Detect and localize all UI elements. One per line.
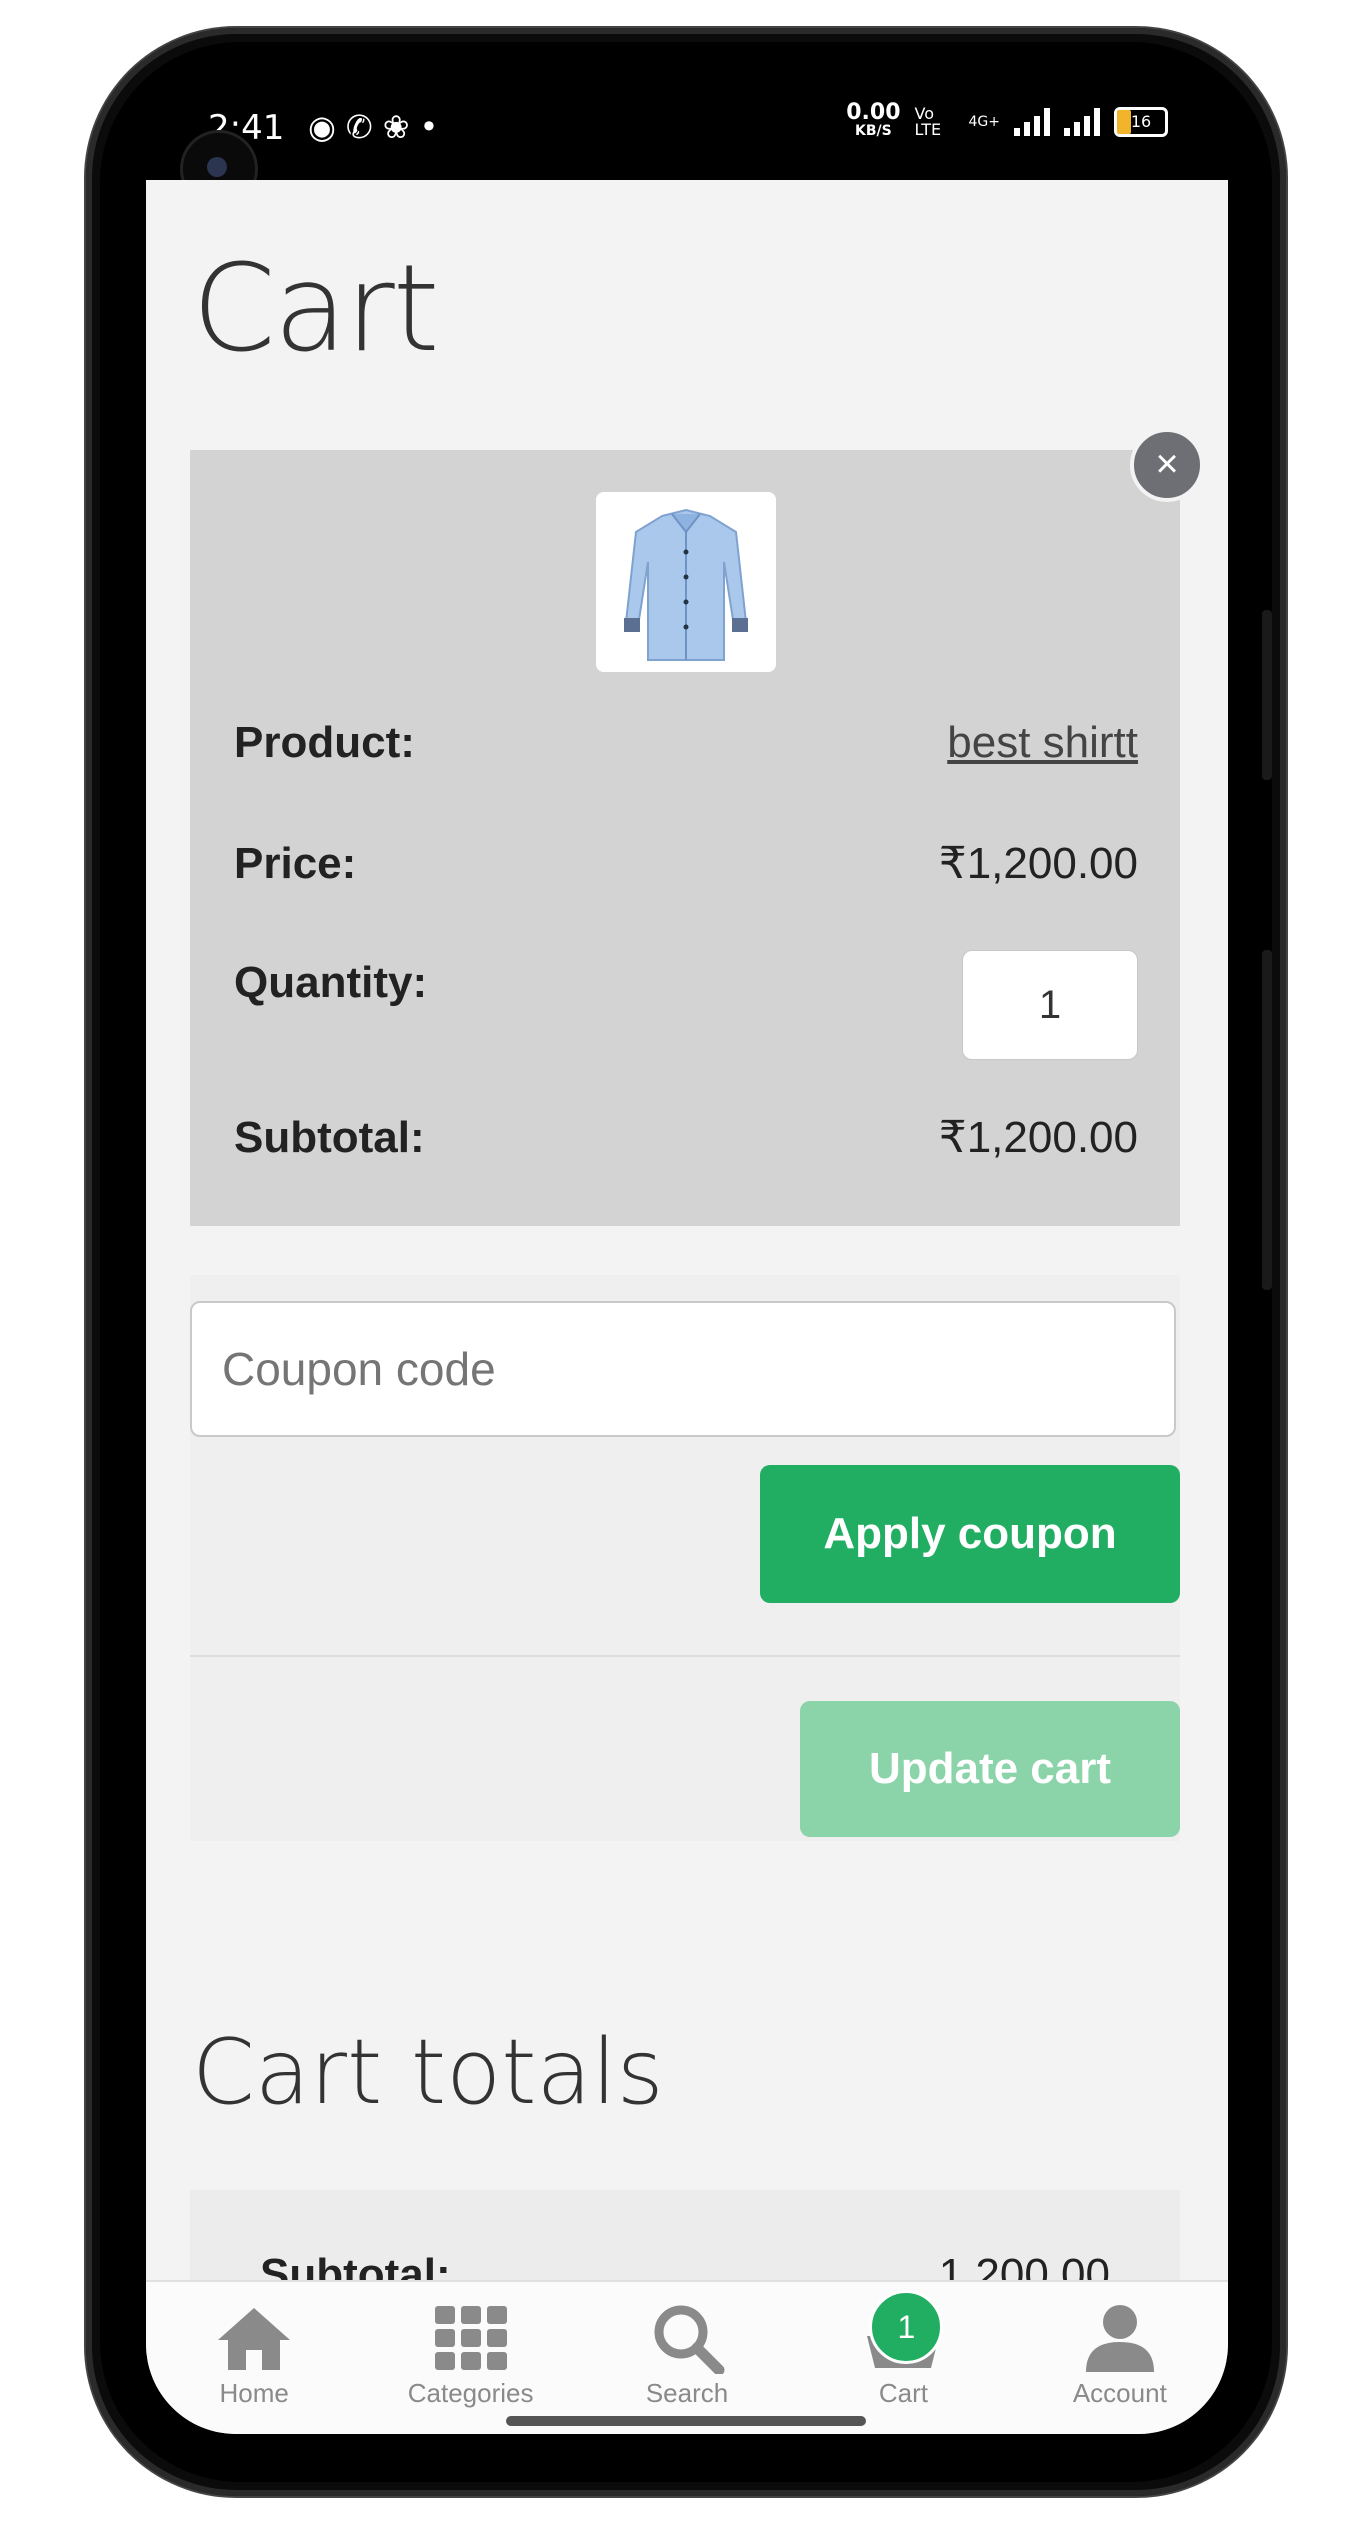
volte-icon: Vo LTE: [914, 104, 942, 139]
bottom-nav: Home Categories Search 1 Cart Account: [146, 2280, 1228, 2434]
status-bar: 2:41 ◉✆❀• 0.00 KB/S Vo LTE 4G+ 16: [146, 90, 1228, 180]
divider: [190, 1655, 1180, 1657]
subtotal-value: ₹1,200.00: [938, 1113, 1138, 1162]
user-icon: [1085, 2305, 1154, 2372]
remove-item-button[interactable]: ×: [1130, 428, 1204, 502]
coupon-code-input[interactable]: [190, 1301, 1176, 1437]
nav-cart-label: Cart: [878, 2378, 928, 2408]
page-title: Cart: [192, 240, 440, 379]
nav-search-label: Search: [645, 2378, 729, 2408]
signal-icon-2: [1064, 108, 1100, 136]
whatsapp-icon: ✆: [345, 108, 383, 146]
cart-totals-title: Cart totals: [192, 2020, 664, 2125]
product-label: Product:: [234, 718, 415, 767]
shirt-image: [596, 492, 776, 672]
home-indicator[interactable]: [506, 2416, 866, 2426]
quantity-input[interactable]: 1: [962, 950, 1138, 1060]
network-type: 4G+: [968, 114, 1001, 130]
signal-icon: [1014, 108, 1050, 136]
volume-button: [1262, 610, 1272, 780]
discord-icon: ◉: [308, 108, 346, 146]
power-button: [1262, 950, 1272, 1290]
battery-icon: 16: [1114, 107, 1168, 137]
grid-icon: [434, 2306, 507, 2370]
search-icon: [654, 2305, 725, 2374]
product-name-link[interactable]: best shirtt: [947, 718, 1138, 768]
network-speed: 0.00 KB/S: [846, 100, 901, 140]
cart-count-badge: 1: [869, 2290, 944, 2364]
quantity-label: Quantity:: [234, 958, 428, 1007]
dot-icon: •: [419, 108, 449, 146]
nav-home-label: Home: [219, 2378, 289, 2408]
price-row: Price: ₹1,200.00: [234, 838, 1138, 889]
price-label: Price:: [234, 838, 357, 888]
nav-search[interactable]: Search: [579, 2282, 795, 2434]
status-right: 0.00 KB/S Vo LTE 4G+ 16: [846, 100, 1168, 140]
app-screen: Cart Product: best shirtt Price: ₹1,200.…: [146, 180, 1228, 2434]
coupon-section: Apply coupon Update cart: [190, 1275, 1180, 1841]
subtotal-row: Subtotal: ₹1,200.00: [234, 1112, 1138, 1163]
quantity-row: Quantity: 1: [234, 950, 1138, 1060]
update-cart-button[interactable]: Update cart: [800, 1701, 1180, 1837]
nav-home[interactable]: Home: [146, 2282, 362, 2434]
cart-item: Product: best shirtt Price: ₹1,200.00 Qu…: [190, 450, 1180, 1226]
home-icon: [218, 2308, 291, 2370]
nav-account-label: Account: [1072, 2378, 1167, 2408]
product-thumbnail[interactable]: [596, 492, 776, 672]
app-icon: ❀: [382, 108, 420, 146]
product-row: Product: best shirtt: [234, 718, 1138, 768]
nav-account[interactable]: Account: [1012, 2282, 1228, 2434]
close-icon: ×: [1155, 442, 1179, 486]
price-value: ₹1,200.00: [938, 839, 1138, 888]
notification-icons: ◉✆❀•: [308, 108, 448, 146]
nav-categories-label: Categories: [407, 2378, 534, 2408]
apply-coupon-button[interactable]: Apply coupon: [760, 1465, 1180, 1603]
subtotal-label: Subtotal:: [234, 1112, 425, 1162]
nav-cart[interactable]: 1 Cart: [795, 2282, 1011, 2434]
nav-categories[interactable]: Categories: [362, 2282, 578, 2434]
